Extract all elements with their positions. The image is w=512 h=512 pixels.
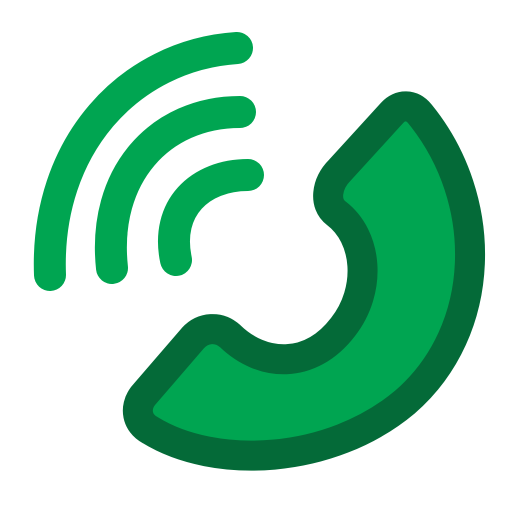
phone-handset [122,91,486,471]
phone-call-graphic [33,32,486,471]
signal-wave-inner [158,159,264,276]
phone-call-icon [0,0,512,512]
signal-waves [33,32,264,291]
